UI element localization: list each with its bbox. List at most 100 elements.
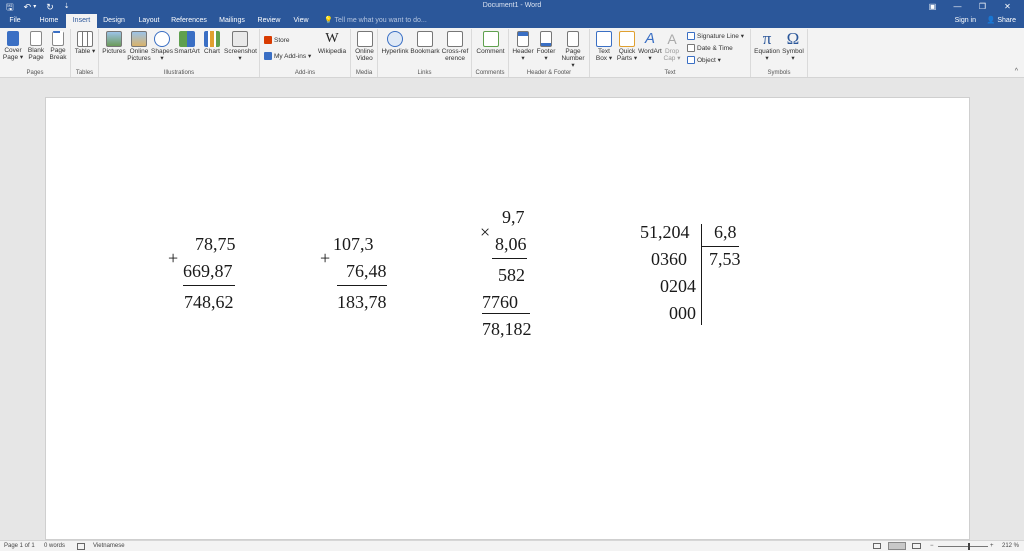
language[interactable]: Vietnamese	[93, 543, 125, 549]
word-count[interactable]: 0 words	[44, 543, 65, 549]
footer-label: Footer ▾	[536, 48, 556, 62]
text-box-button[interactable]: Text Box ▾	[593, 31, 615, 62]
signature-line-label: Signature Line	[697, 33, 739, 40]
zoom-in-button[interactable]: +	[990, 543, 994, 549]
addition1-result: 748,62	[184, 292, 234, 312]
page-number-button[interactable]: Page Number ▾	[559, 31, 587, 69]
blank-page-label: Blank Page	[27, 47, 45, 61]
store-button[interactable]: Store	[264, 36, 290, 45]
multiply-top: 9,7	[502, 207, 525, 227]
share-button[interactable]: 👤 Share	[987, 14, 1016, 28]
cross-reference-button[interactable]: Cross-reference	[440, 31, 470, 62]
drop-cap-icon: A	[667, 31, 677, 47]
tab-insert[interactable]: Insert	[66, 14, 97, 28]
blank-page-button[interactable]: Blank Page	[25, 31, 47, 61]
screenshot-button[interactable]: Screenshot ▾	[224, 31, 257, 62]
screenshot-label: Screenshot ▾	[224, 48, 257, 62]
tab-view[interactable]: View	[288, 14, 314, 28]
tab-file[interactable]: File	[0, 14, 30, 28]
tab-review[interactable]: Review	[253, 14, 285, 28]
shapes-icon	[154, 31, 170, 47]
bookmark-button[interactable]: Bookmark	[410, 31, 440, 55]
share-label: Share	[997, 17, 1016, 24]
comment-button[interactable]: Comment	[475, 31, 506, 55]
my-addins-icon	[264, 52, 272, 61]
document-canvas[interactable]: 78,75 + 669,87 748,62 107,3 + 76,48 183,…	[0, 79, 1024, 540]
lightbulb-icon: 💡	[324, 17, 333, 24]
signature-dropdown-icon: ▾	[740, 33, 744, 40]
multiply-sign: ×	[480, 222, 491, 242]
smartart-button[interactable]: SmartArt	[174, 31, 200, 55]
zoom-level[interactable]: 212 %	[1002, 543, 1019, 549]
hyperlink-button[interactable]: Hyperlink	[381, 31, 409, 55]
ribbon-display-options-icon[interactable]: ▣	[920, 1, 945, 13]
chart-button[interactable]: Chart	[202, 31, 222, 55]
wordart-button[interactable]: A WordArt ▾	[638, 30, 662, 63]
page-break-button[interactable]: Page Break	[47, 31, 69, 61]
close-icon[interactable]: ✕	[995, 1, 1020, 13]
quick-parts-button[interactable]: Quick Parts ▾	[616, 31, 638, 62]
shapes-button[interactable]: Shapes ▾	[151, 31, 173, 62]
page-count[interactable]: Page 1 of 1	[4, 543, 35, 549]
tab-home[interactable]: Home	[32, 14, 66, 28]
wikipedia-button[interactable]: W Wikipedia	[317, 31, 347, 55]
multiply-partial-1: 582	[498, 265, 525, 285]
multiply-rule-1	[492, 258, 527, 259]
print-layout-icon[interactable]	[888, 542, 906, 550]
group-tables: Table ▾ Tables	[71, 29, 99, 77]
sign-in-link[interactable]: Sign in	[955, 14, 976, 28]
division-dividend: 51,204	[640, 222, 690, 242]
zoom-slider-thumb[interactable]	[968, 543, 970, 550]
wikipedia-label: Wikipedia	[317, 48, 347, 55]
pictures-button[interactable]: Pictures	[101, 31, 127, 55]
footer-button[interactable]: Footer ▾	[535, 31, 557, 62]
wordart-icon: A	[644, 30, 655, 47]
my-addins-button[interactable]: My Add-ins ▾	[264, 52, 311, 61]
footer-icon	[540, 31, 552, 47]
group-label-pages: Pages	[26, 70, 44, 76]
collapse-ribbon-icon[interactable]: ^	[1015, 68, 1018, 75]
signature-line-button[interactable]: Signature Line ▾	[687, 32, 744, 41]
table-label: Table ▾	[74, 48, 96, 55]
smartart-label: SmartArt	[174, 48, 200, 55]
header-button[interactable]: Header ▾	[511, 31, 535, 62]
online-video-button[interactable]: Online Video	[353, 31, 376, 62]
zoom-slider[interactable]	[938, 546, 988, 547]
drop-cap-button[interactable]: A Drop Cap ▾	[663, 31, 681, 62]
web-layout-icon[interactable]	[912, 543, 921, 549]
cover-page-button[interactable]: Cover Page ▾	[2, 31, 24, 61]
date-time-icon	[687, 44, 695, 53]
chart-icon	[204, 31, 220, 47]
symbol-button[interactable]: Ω Symbol ▾	[780, 29, 806, 62]
zoom-out-button[interactable]: −	[930, 543, 934, 549]
read-mode-icon[interactable]	[873, 543, 881, 549]
minimize-icon[interactable]: —	[945, 1, 970, 13]
tell-me-search[interactable]: 💡 Tell me what you want to do...	[324, 14, 427, 28]
status-bar: Page 1 of 1 0 words Vietnamese − + 212 %	[0, 540, 1024, 551]
multiply-rule-2	[482, 313, 530, 314]
object-dropdown-icon: ▾	[717, 57, 721, 64]
table-button[interactable]: Table ▾	[74, 31, 96, 55]
restore-icon[interactable]: ❐	[970, 1, 995, 13]
symbol-label: Symbol ▾	[782, 48, 804, 62]
screenshot-icon	[232, 31, 248, 47]
group-addins: Store My Add-ins ▾ W Wikipedia Add-ins	[260, 29, 351, 77]
document-page[interactable]: 78,75 + 669,87 748,62 107,3 + 76,48 183,…	[45, 97, 970, 540]
symbol-icon: Ω	[786, 29, 800, 48]
date-time-button[interactable]: Date & Time	[687, 44, 733, 53]
tab-references[interactable]: References	[168, 14, 210, 28]
tab-layout[interactable]: Layout	[133, 14, 165, 28]
proofing-icon[interactable]	[77, 543, 85, 550]
header-label: Header ▾	[512, 48, 534, 62]
equation-button[interactable]: π Equation ▾	[753, 30, 781, 62]
addition2-rule	[337, 285, 387, 286]
online-pictures-button[interactable]: Online Pictures	[127, 31, 151, 62]
object-button[interactable]: Object ▾	[687, 56, 721, 65]
tab-mailings[interactable]: Mailings	[214, 14, 250, 28]
online-picture-icon	[131, 31, 147, 47]
object-label: Object	[697, 57, 716, 64]
tab-design[interactable]: Design	[99, 14, 129, 28]
group-comments: Comment Comments	[472, 29, 509, 77]
object-icon	[687, 56, 695, 65]
division-quotient: 7,53	[709, 249, 741, 269]
